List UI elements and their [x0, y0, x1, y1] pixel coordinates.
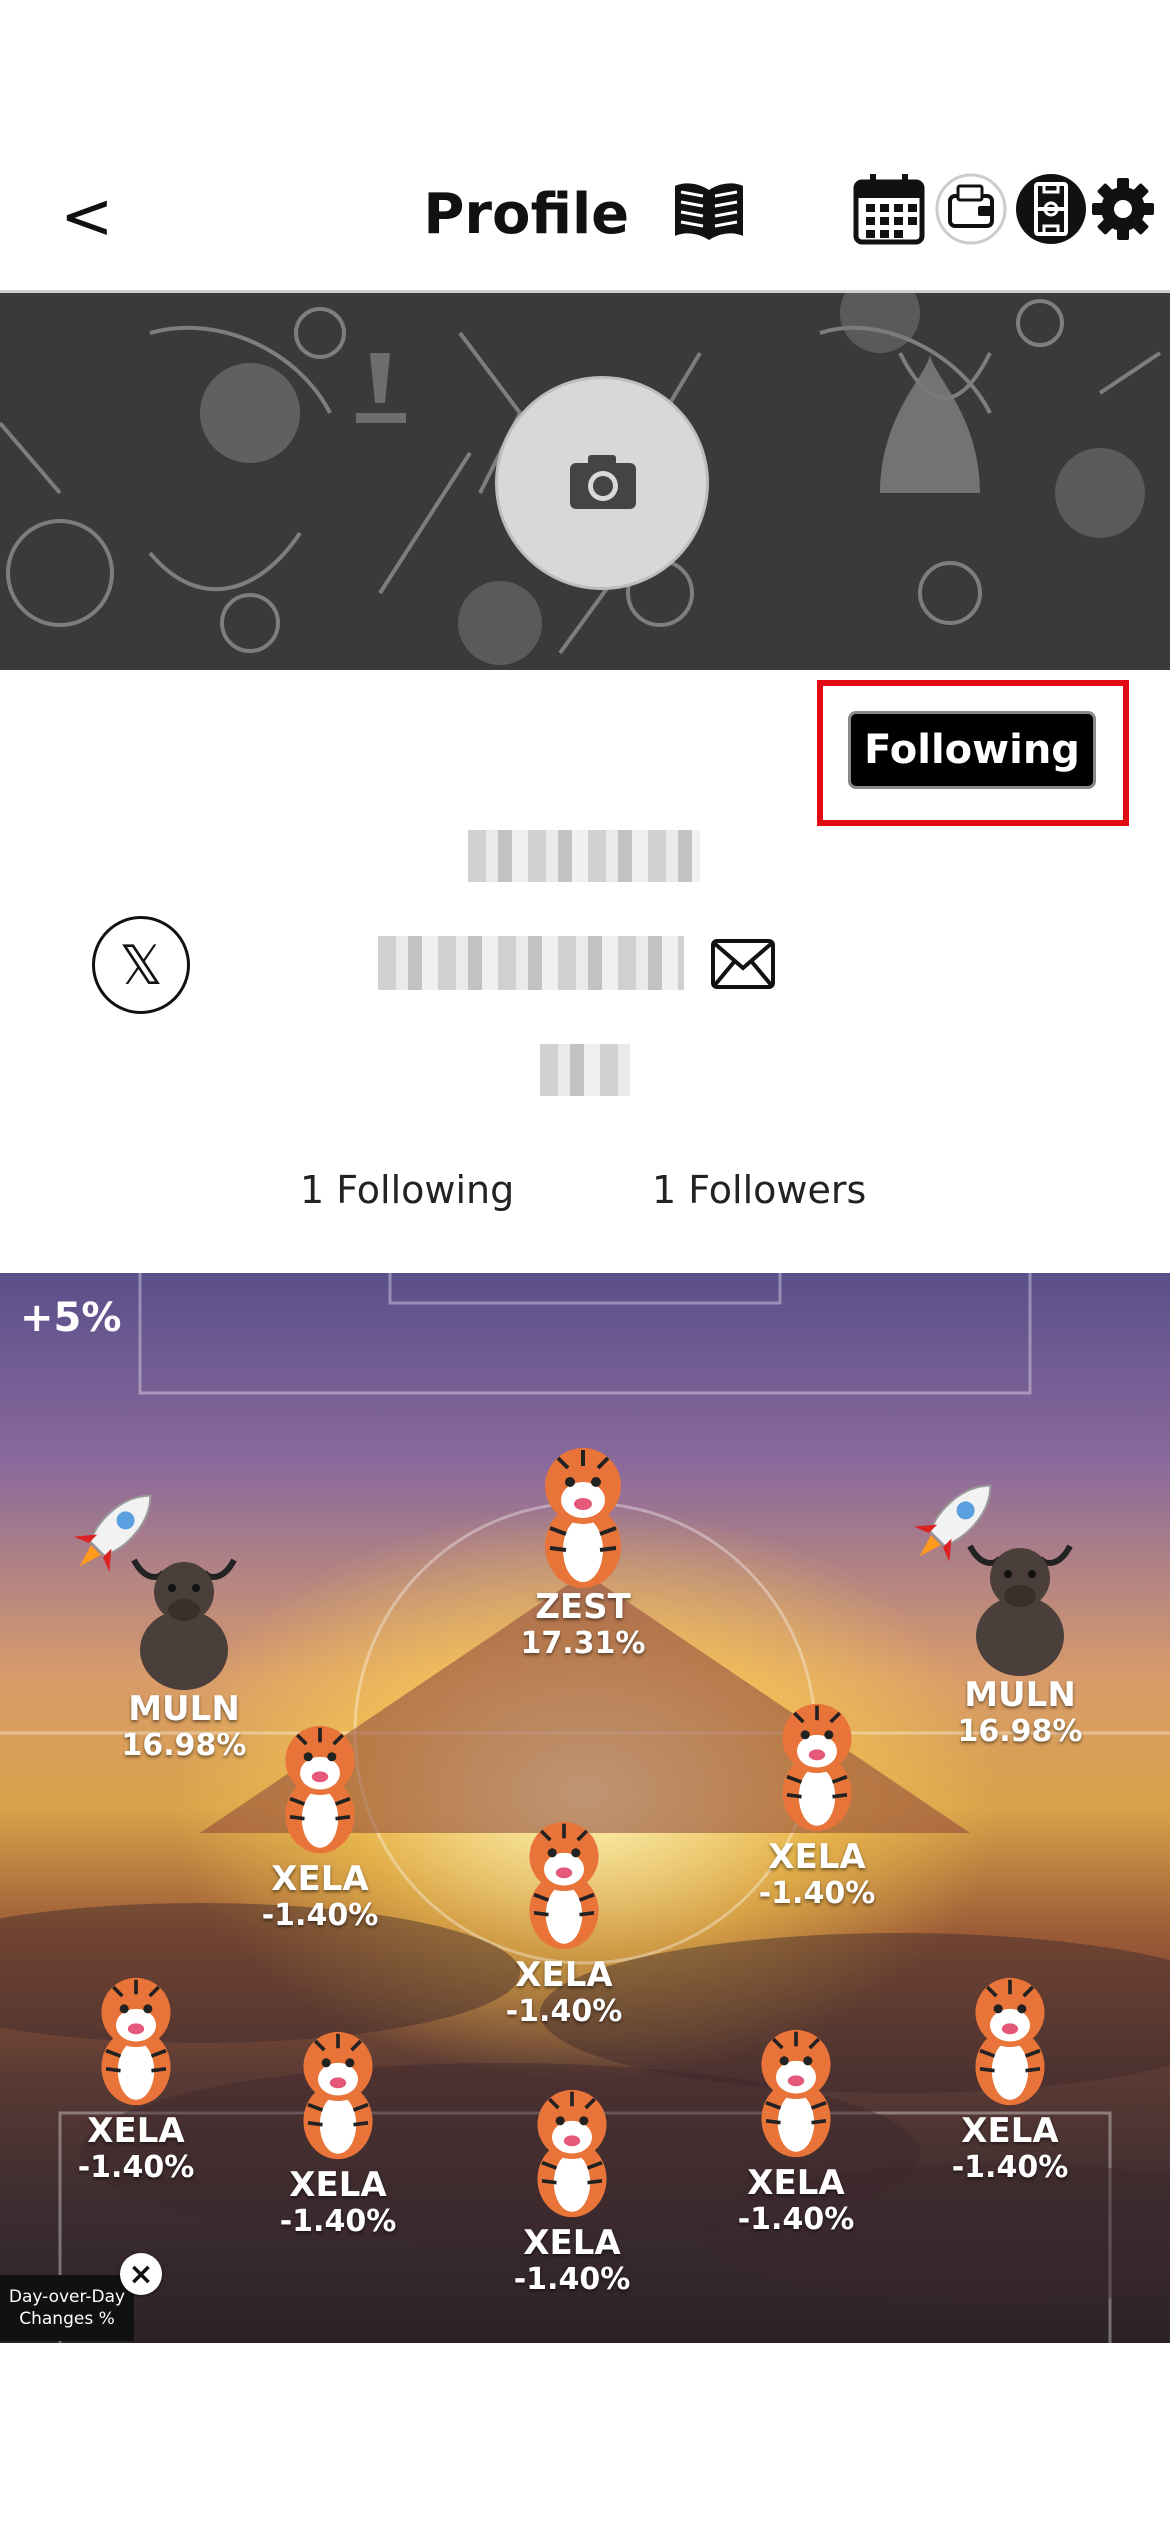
player-name: XELA	[289, 2165, 387, 2205]
player-change: 16.98%	[957, 1714, 1083, 1749]
player-change: -1.40%	[77, 2150, 195, 2185]
mail-icon[interactable]	[710, 938, 776, 994]
handle-redacted	[378, 936, 684, 990]
bull-icon	[131, 1558, 237, 1690]
player-change: -1.40%	[758, 1876, 876, 1911]
legend-line2: Changes %	[19, 2309, 115, 2329]
player-name: XELA	[961, 2111, 1059, 2151]
player-card[interactable]: XELA -1.40%	[472, 2074, 672, 2298]
legend-badge: Day-over-Day Changes %	[0, 2275, 134, 2341]
bull-icon	[967, 1544, 1073, 1676]
avatar-placeholder[interactable]	[495, 376, 709, 590]
followers-count[interactable]: 1 Followers	[652, 1168, 866, 1212]
tiger-icon	[101, 1977, 171, 2106]
player-card[interactable]: XELA -1.40%	[717, 1688, 917, 1912]
close-icon[interactable]: ×	[120, 2253, 162, 2295]
player-name: ZEST	[535, 1587, 631, 1627]
player-name: MULN	[964, 1675, 1076, 1715]
player-change: -1.40%	[279, 2204, 397, 2239]
player-card[interactable]: XELA -1.40%	[36, 1962, 236, 2186]
tiger-icon	[529, 1821, 599, 1950]
followers-label: Followers	[688, 1168, 867, 1212]
player-card[interactable]: XELA -1.40%	[238, 2016, 438, 2240]
player-card[interactable]: ZEST 17.31%	[483, 1438, 683, 1662]
player-card[interactable]: XELA -1.40%	[910, 1962, 1110, 2186]
followers-number: 1	[652, 1168, 677, 1212]
wallet-icon[interactable]	[934, 172, 1008, 246]
player-card[interactable]: MULN 16.98%	[920, 1526, 1120, 1750]
tiger-icon	[975, 1977, 1045, 2106]
x-icon[interactable]: 𝕏	[92, 916, 190, 1014]
player-card[interactable]: XELA -1.40%	[696, 2014, 896, 2238]
player-name: XELA	[523, 2223, 621, 2263]
legend-line1: Day-over-Day	[8, 2287, 126, 2307]
calendar-icon[interactable]	[852, 172, 926, 246]
player-change: -1.40%	[951, 2150, 1069, 2185]
username-redacted	[468, 830, 700, 882]
tiger-icon	[761, 2029, 831, 2158]
player-change: -1.40%	[737, 2202, 855, 2237]
player-name: XELA	[271, 1859, 369, 1899]
gear-icon[interactable]	[1090, 172, 1164, 246]
following-label: Following	[336, 1168, 515, 1212]
camera-icon	[570, 455, 636, 509]
player-change: -1.40%	[505, 1994, 623, 2029]
player-card[interactable]: XELA -1.40%	[220, 1710, 420, 1934]
player-name: XELA	[747, 2163, 845, 2203]
following-button[interactable]: Following	[848, 711, 1096, 789]
following-count[interactable]: 1 Following	[300, 1168, 514, 1212]
percent-filter-label[interactable]: +5%	[20, 1295, 121, 1341]
player-card[interactable]: XELA -1.40%	[464, 1806, 664, 2030]
tiger-icon	[285, 1725, 355, 1854]
book-icon[interactable]	[671, 180, 747, 256]
page-title-text: Profile	[423, 182, 630, 248]
tiger-icon	[545, 1448, 621, 1588]
following-number: 1	[300, 1168, 325, 1212]
player-name: XELA	[768, 1837, 866, 1877]
pitch-icon[interactable]	[1014, 172, 1088, 246]
player-name: XELA	[87, 2111, 185, 2151]
player-name: XELA	[515, 1955, 613, 1995]
tiger-icon	[537, 2089, 607, 2218]
player-change: 17.31%	[520, 1626, 646, 1661]
tiger-icon	[303, 2031, 373, 2160]
tiger-icon	[782, 1703, 852, 1832]
player-change: -1.40%	[261, 1898, 379, 1933]
bio-redacted	[540, 1044, 630, 1096]
player-change: -1.40%	[513, 2262, 631, 2297]
